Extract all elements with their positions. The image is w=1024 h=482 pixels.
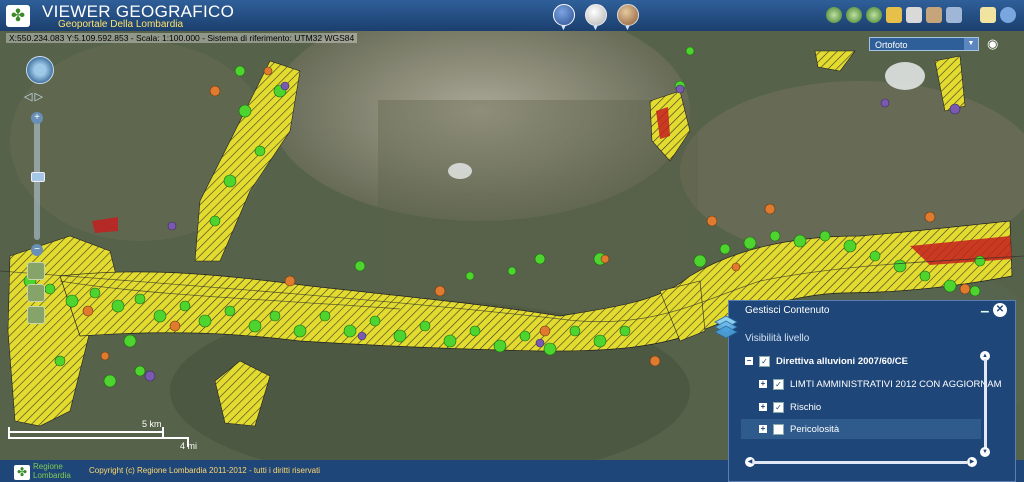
coordinate-readout: X:550.234.083 Y:5.109.592.853 - Scala: 1…	[6, 33, 358, 43]
scroll-right-icon[interactable]: ▶	[967, 457, 977, 467]
save-icon[interactable]	[906, 7, 922, 23]
measure-tool-icon[interactable]: ▼	[585, 4, 607, 32]
layer-checkbox[interactable]: ✓	[759, 355, 770, 367]
header-actions	[826, 7, 962, 23]
zoom-extent-icon[interactable]	[846, 7, 862, 23]
header-tools: ▼ ▼ ▼	[553, 4, 639, 32]
pan-arrows-icon[interactable]: ◁▷	[24, 90, 45, 103]
expand-icon[interactable]: +	[759, 380, 767, 388]
package-icon[interactable]	[926, 7, 942, 23]
layers-icon	[713, 313, 739, 339]
copyright-text: Copyright (c) Regione Lombardia 2011-201…	[89, 466, 321, 475]
zoom-box-icon[interactable]	[27, 284, 45, 302]
layer-label: LIMTI AMMINISTRATIVI 2012 CON AGGIORNAM	[790, 378, 1002, 390]
pan-compass-icon[interactable]	[26, 56, 54, 84]
layer-label: Pericolosità	[790, 423, 840, 435]
scale-tick	[8, 427, 10, 437]
footer-brand-line2: Lombardia	[33, 471, 71, 480]
open-folder-icon[interactable]	[886, 7, 902, 23]
header-help	[980, 7, 1016, 23]
layer-checkbox[interactable]: ✓	[773, 378, 784, 390]
expand-icon[interactable]: +	[759, 403, 767, 411]
message-icon[interactable]	[980, 7, 996, 23]
draw-tool-icon[interactable]: ▼	[553, 4, 575, 32]
basemap-select[interactable]: Ortofoto ▼	[869, 37, 979, 51]
layer-row-rischio[interactable]: + ✓ Rischio	[759, 397, 821, 417]
help-icon[interactable]	[1000, 7, 1016, 23]
layer-row-pericolosita[interactable]: + Pericolosità	[741, 419, 981, 439]
vertical-scrollbar[interactable]: ▲ ▼	[980, 351, 990, 457]
zoom-in-button[interactable]: +	[31, 112, 43, 124]
pan-hand-icon[interactable]	[27, 262, 45, 280]
scroll-down-icon[interactable]: ▼	[980, 447, 990, 457]
layer-checkbox[interactable]	[773, 423, 784, 435]
horizontal-scrollbar[interactable]: ◀ ▶	[745, 457, 977, 467]
zoom-slider-knob[interactable]	[31, 172, 45, 182]
scale-tick	[162, 427, 164, 437]
footer-brand: Regione Lombardia	[33, 462, 71, 480]
chevron-down-icon[interactable]: ▼	[964, 38, 978, 50]
collapse-icon[interactable]: −	[745, 357, 753, 365]
regione-logo-icon: ✤	[6, 5, 30, 27]
scale-line-km	[8, 431, 163, 433]
info-tool-icon[interactable]: ▼	[617, 4, 639, 32]
footer-brand-line1: Regione	[33, 462, 63, 471]
panel-title: Gestisci Contenuto	[745, 305, 830, 316]
scroll-track[interactable]	[753, 461, 967, 464]
regione-logo-icon: ✤	[14, 465, 30, 480]
layer-label: Rischio	[790, 401, 822, 413]
layer-label: Direttiva alluvioni 2007/60/CE	[776, 355, 909, 367]
layer-row-limiti[interactable]: + ✓ LIMTI AMMINISTRATIVI 2012 CON AGGIOR…	[759, 374, 1002, 394]
close-button[interactable]: ✕	[993, 303, 1007, 317]
add-layer-icon[interactable]	[866, 7, 882, 23]
basemap-selected-label: Ortofoto	[875, 40, 908, 50]
header-bar: ✤ VIEWER GEOGRAFICO Geoportale Della Lom…	[0, 0, 1024, 32]
panel-subtitle: Visibilità livello	[745, 333, 810, 344]
scale-line-mi	[8, 437, 188, 439]
scale-label-mi: 4 mi	[180, 441, 198, 451]
measure-icon[interactable]	[27, 306, 45, 324]
globe-icon[interactable]	[826, 7, 842, 23]
scroll-track[interactable]	[984, 359, 987, 451]
layer-row-direttiva[interactable]: − ✓ Direttiva alluvioni 2007/60/CE	[745, 351, 908, 371]
scale-bar	[8, 425, 189, 453]
app-subtitle: Geoportale Della Lombardia	[58, 19, 184, 30]
layer-checkbox[interactable]: ✓	[773, 401, 784, 413]
expand-icon[interactable]: +	[759, 425, 767, 433]
manage-content-panel: Gestisci Contenuto ▁ ✕ Visibilità livell…	[714, 300, 1016, 482]
scale-label-km: 5 km	[142, 419, 162, 429]
print-icon[interactable]	[946, 7, 962, 23]
zoom-out-button[interactable]: −	[31, 244, 43, 256]
side-tools	[27, 262, 45, 324]
eye-icon[interactable]: ◉	[987, 37, 998, 51]
minimize-button[interactable]: ▁	[981, 302, 989, 313]
